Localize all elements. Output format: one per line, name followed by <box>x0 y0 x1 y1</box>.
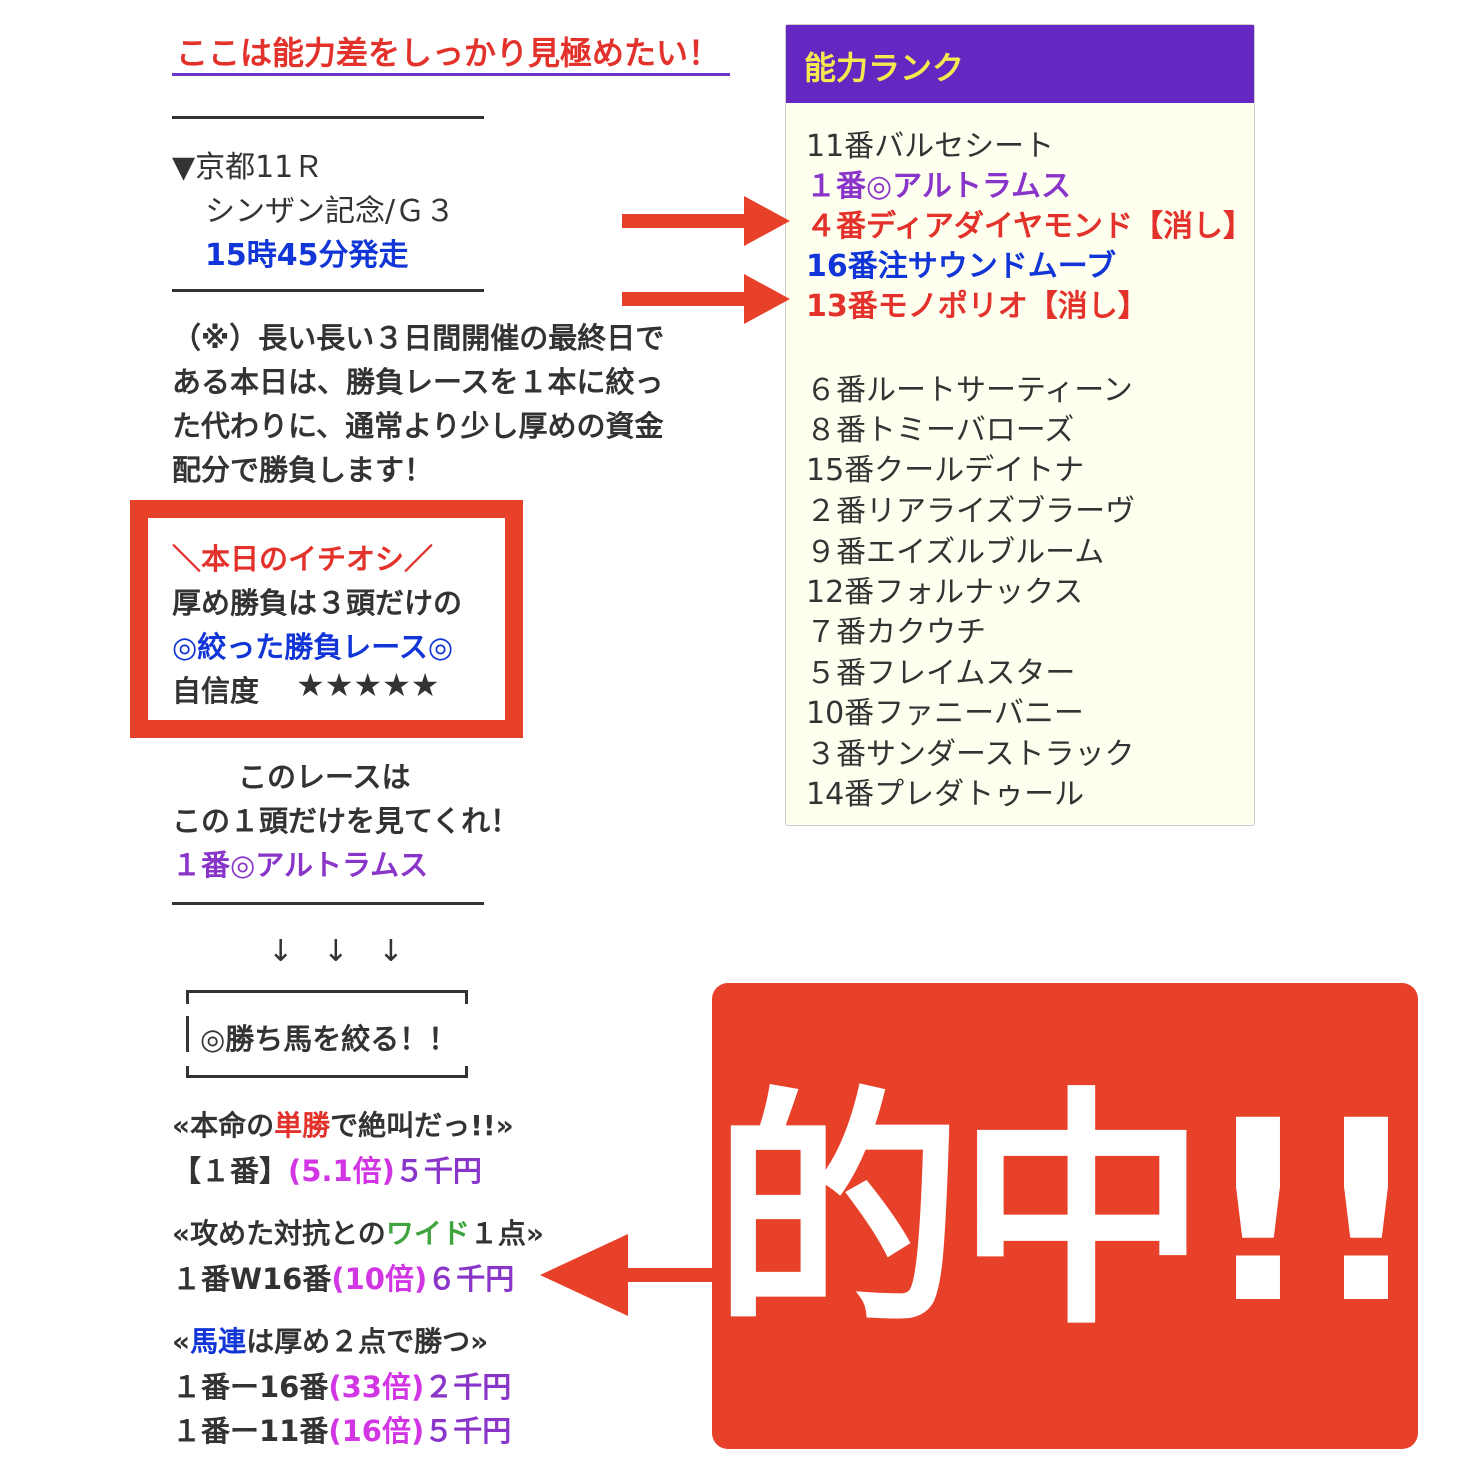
rank-item: 14番プレダトゥール <box>806 777 1085 812</box>
win-box-label: ◎勝ち馬を絞る！！ <box>200 1022 458 1056</box>
rank-item: ４番ディアダイヤモンド【消し】 <box>806 209 1253 244</box>
rank-item: ７番カクウチ <box>806 615 986 650</box>
rank-item: 15番クールデイトナ <box>806 453 1085 488</box>
intro-paragraph: （※）長い長い３日間開催の最終日で ある本日は、勝負レースを１本に絞っ た代わり… <box>172 316 664 492</box>
focus-line: このレースは <box>238 760 411 794</box>
rank-arrows <box>622 196 790 324</box>
paragraph-line: 配分で勝負します！ <box>172 453 434 487</box>
down-arrows: ↓ ↓ ↓ <box>268 934 404 969</box>
bet-amount: ５千円 <box>424 1414 512 1448</box>
umaren-heading: «馬連は厚め２点で勝つ» <box>172 1320 488 1360</box>
tansho-key: 単勝 <box>274 1109 331 1142</box>
arrow-left-icon <box>540 1234 628 1316</box>
confidence-label: 自信度 <box>172 674 260 708</box>
rank-item: 16番注サウンドムーブ <box>806 249 1116 284</box>
rank-item: ８番トミーバローズ <box>806 413 1075 448</box>
divider <box>172 289 484 292</box>
page-heading: ここは能力差をしっかり見極めたい！ <box>176 34 721 72</box>
paragraph-line: た代わりに、通常より少し厚めの資金 <box>172 409 664 443</box>
bet-odds: (10倍) <box>331 1262 428 1296</box>
race-time: 15時45分発走 <box>205 238 409 273</box>
tansho-post: で絶叫だっ!!» <box>330 1109 514 1142</box>
rank-item: 12番フォルナックス <box>806 575 1084 610</box>
arrow-right-icon <box>744 274 790 324</box>
bet-amount: ６千円 <box>427 1262 515 1296</box>
bet-horse: １番ー11番 <box>172 1414 329 1448</box>
wide-bet: １番W16番(10倍)６千円 <box>172 1256 514 1298</box>
pick-title: ＼本日のイチオシ／ <box>172 542 434 576</box>
pick-line-highlight: ◎絞った勝負レース◎ <box>172 630 454 664</box>
bet-odds: (16倍) <box>328 1414 425 1448</box>
bet-odds: (5.1倍) <box>288 1154 395 1188</box>
focus-horse: １番◎アルトラムス <box>172 848 429 882</box>
tansho-bet: 【１番】(5.1倍)５千円 <box>172 1148 482 1190</box>
bet-amount: ２千円 <box>424 1370 512 1404</box>
hit-text: 的中!! <box>712 1067 1423 1358</box>
umaren-post: は厚め２点で勝つ» <box>246 1325 489 1358</box>
wide-post: １点» <box>469 1217 544 1250</box>
divider <box>172 116 484 119</box>
bet-amount: ５千円 <box>394 1154 482 1188</box>
umaren-pre: « <box>172 1325 191 1358</box>
arrow-right-icon <box>744 196 790 246</box>
bet-horse: １番ー16番 <box>172 1370 329 1404</box>
hit-banner: 的中!! <box>712 983 1423 1449</box>
bet-horse: 【１番】 <box>172 1154 289 1188</box>
rank-item: 11番バルセシート <box>806 129 1055 164</box>
rank-panel: 能力ランク 11番バルセシート １番◎アルトラムス ４番ディアダイヤモンド【消し… <box>785 24 1255 826</box>
paragraph-line: （※）長い長い３日間開催の最終日で <box>172 321 665 355</box>
rank-item: 10番ファニーバニー <box>806 696 1084 731</box>
wide-heading: «攻めた対抗とのワイド１点» <box>172 1212 544 1252</box>
heading-underline <box>172 73 730 76</box>
pick-line: 厚め勝負は３頭だけの <box>172 586 463 620</box>
bet-odds: (33倍) <box>328 1370 425 1404</box>
paragraph-line: ある本日は、勝負レースを１本に絞っ <box>172 365 664 399</box>
umaren-bet: １番ー11番(16倍)５千円 <box>172 1408 511 1450</box>
umaren-key: 馬連 <box>190 1325 247 1358</box>
umaren-bet: １番ー16番(33倍)２千円 <box>172 1364 511 1406</box>
rank-title: 能力ランク <box>804 49 965 87</box>
bet-horse: １番W16番 <box>172 1262 332 1296</box>
tansho-pre: «本命の <box>172 1109 275 1142</box>
rank-header: 能力ランク <box>786 25 1254 103</box>
rank-item: ９番エイズルブルーム <box>806 535 1105 570</box>
rank-item: １番◎アルトラムス <box>806 169 1071 204</box>
wide-pre: «攻めた対抗との <box>172 1217 386 1250</box>
wide-key: ワイド <box>385 1217 470 1250</box>
race-name: シンザン記念/Ｇ３ <box>205 194 456 229</box>
rank-item: ２番リアライズブラーヴ <box>806 494 1136 529</box>
rank-item: 13番モノポリオ【消し】 <box>806 289 1148 324</box>
win-box-bar <box>186 1016 189 1052</box>
arrow-shaft <box>622 214 752 228</box>
rank-item: ５番フレイムスター <box>806 656 1076 691</box>
rank-item: ６番ルートサーティーン <box>806 373 1133 408</box>
divider <box>172 902 484 905</box>
confidence-stars: ★★★★★ <box>296 666 440 704</box>
race-venue: ▼京都11Ｒ <box>172 150 324 185</box>
focus-line: この１頭だけを見てくれ！ <box>172 804 520 838</box>
tansho-heading: «本命の単勝で絶叫だっ!!» <box>172 1104 514 1144</box>
hit-arrow <box>540 1234 715 1316</box>
arrow-shaft <box>622 292 752 306</box>
rank-item: ３番サンダーストラック <box>806 737 1135 772</box>
